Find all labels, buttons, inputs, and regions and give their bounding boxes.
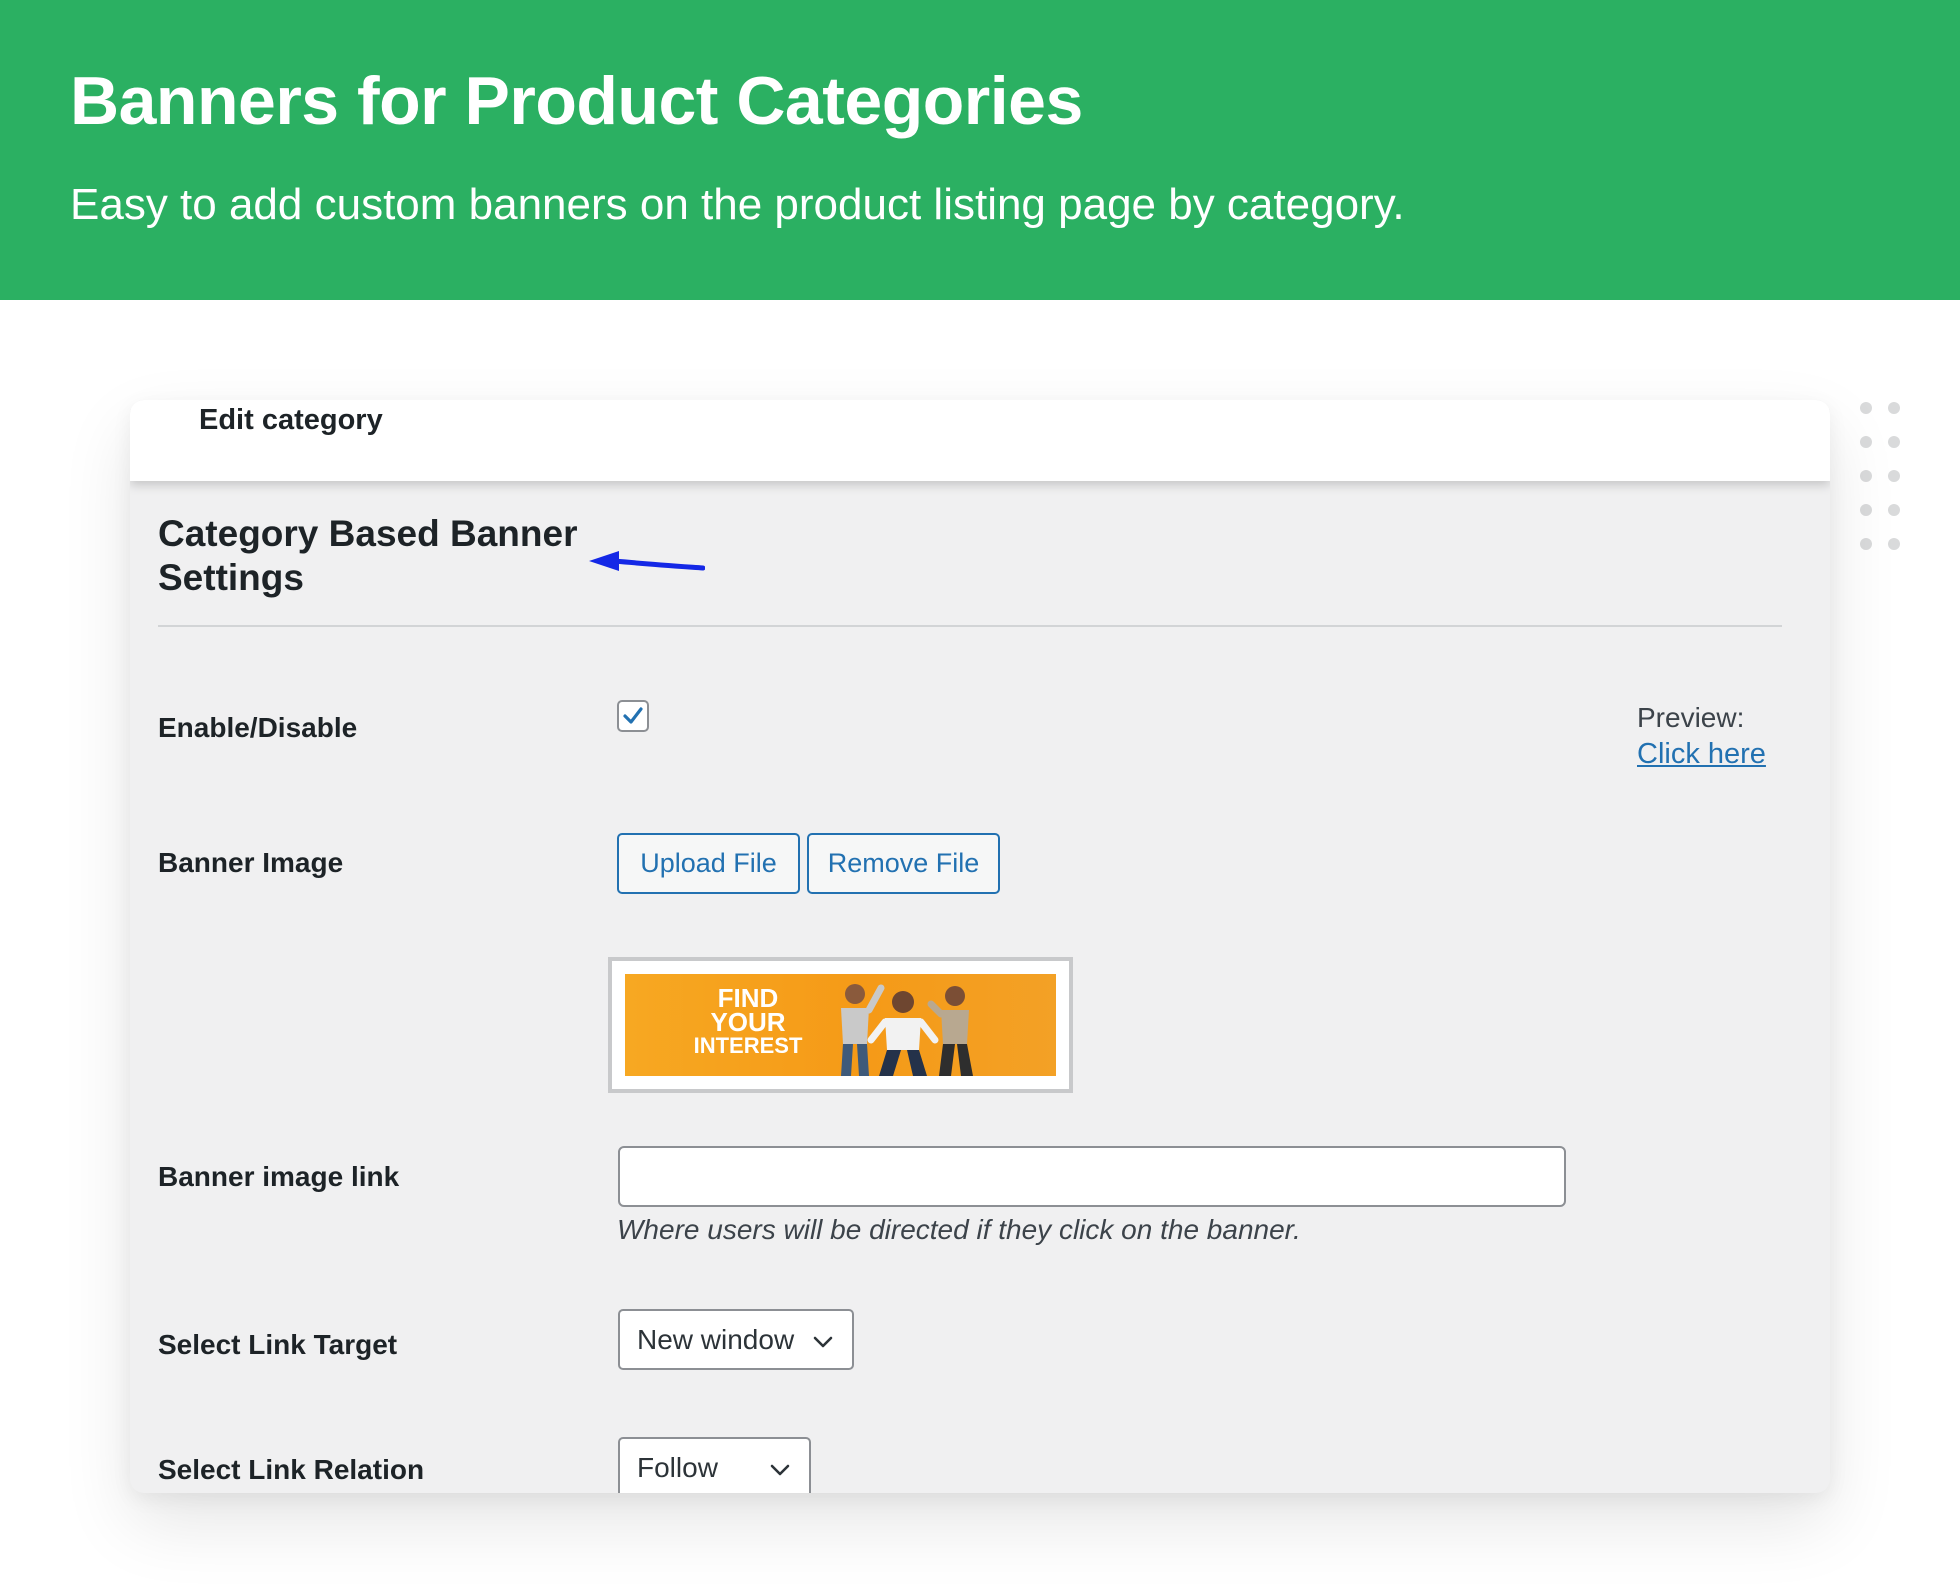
enable-checkbox[interactable] — [617, 700, 649, 732]
hero-banner: Banners for Product Categories Easy to a… — [0, 0, 1960, 300]
upload-file-button[interactable]: Upload File — [617, 833, 800, 894]
banner-link-help-text: Where users will be directed if they cli… — [617, 1214, 1301, 1245]
card-header: Edit category — [130, 400, 1830, 481]
link-target-select[interactable]: New window — [618, 1309, 854, 1370]
link-target-value: New window — [637, 1323, 795, 1355]
checkmark-icon — [623, 707, 643, 724]
chevron-down-icon — [813, 1336, 833, 1348]
chevron-down-icon — [770, 1464, 790, 1476]
hero-subtitle: Easy to add custom banners on the produc… — [70, 180, 1405, 229]
hero-title: Banners for Product Categories — [70, 63, 1083, 139]
settings-card: Edit category Category Based Banner Sett… — [130, 400, 1830, 1493]
preview-label: Preview: — [1637, 702, 1745, 733]
edit-category-title: Edit category — [199, 404, 383, 436]
arrow-left-icon — [589, 551, 705, 571]
enable-disable-label: Enable/Disable — [158, 712, 358, 743]
preview-click-here-link[interactable]: Click here — [1637, 738, 1766, 771]
section-title: Category Based Banner Settings — [158, 513, 578, 598]
select-link-relation-label: Select Link Relation — [158, 1454, 425, 1485]
banner-text-line3: INTEREST — [693, 1033, 803, 1058]
link-relation-value: Follow — [637, 1451, 718, 1483]
banner-people-illustration — [841, 984, 973, 1076]
select-link-target-label: Select Link Target — [158, 1329, 398, 1360]
banner-image-link-input[interactable] — [618, 1146, 1566, 1207]
banner-image-text: FIND YOUR INTEREST — [683, 985, 813, 1058]
banner-image: FIND YOUR INTEREST — [625, 974, 1056, 1076]
remove-file-button[interactable]: Remove File — [807, 833, 1000, 894]
link-relation-select[interactable]: Follow — [618, 1437, 811, 1493]
banner-text-line2: YOUR — [710, 1007, 786, 1037]
dot-grid-decoration — [1860, 402, 1900, 550]
banner-image-label: Banner Image — [158, 847, 344, 878]
banner-image-link-label: Banner image link — [158, 1161, 400, 1192]
banner-image-preview: FIND YOUR INTEREST — [608, 957, 1073, 1093]
section-divider — [158, 625, 1782, 627]
